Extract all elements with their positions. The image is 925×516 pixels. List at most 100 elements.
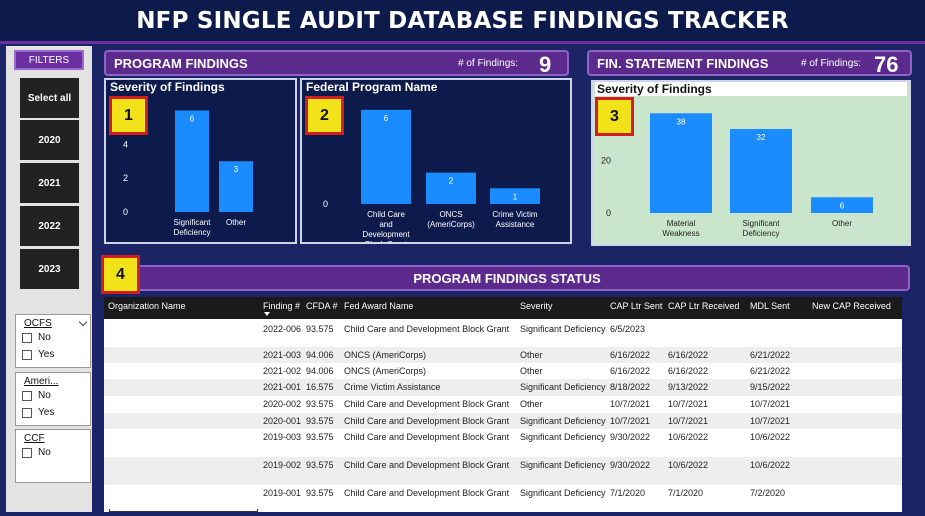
chevron-down-icon[interactable] [78, 317, 88, 327]
y-tick-label: 0 [606, 208, 611, 218]
sort-desc-icon[interactable] [264, 312, 270, 316]
table-cell: 2021-001 [263, 382, 302, 392]
americorps-slicer[interactable]: Ameri... No Yes [15, 372, 91, 426]
checkbox[interactable] [22, 349, 32, 360]
slicer-option-yes[interactable]: Yes [16, 404, 90, 421]
category-label: Crime Victim Assistance [492, 210, 538, 229]
table-cell: 93.575 [306, 460, 334, 470]
y-tick-label: 2 [123, 173, 128, 183]
data-label: 6 [384, 114, 389, 123]
table-cell: 9/30/2022 [610, 432, 651, 442]
table-cell: 10/7/2021 [750, 399, 791, 409]
section-title: PROGRAM FINDINGS STATUS [413, 270, 601, 286]
table-row[interactable]: 2019-001 93.575 Child Care and Development… [104, 485, 902, 509]
table-cell: 7/1/2020 [610, 488, 646, 498]
column-header[interactable]: CAP Ltr Sent [610, 301, 662, 311]
table-cell: 2019-003 [263, 432, 302, 442]
y-tick-label: 0 [123, 207, 128, 217]
slicer-option-no[interactable]: No [16, 387, 90, 404]
fin-statement-findings-header: FIN. STATEMENT FINDINGS # of Findings: 7… [587, 50, 912, 77]
slicer-option-no[interactable]: No [16, 329, 90, 346]
table-cell: 93.575 [306, 488, 334, 498]
ccf-slicer[interactable]: CCF No [15, 429, 91, 483]
category-label: Significant Deficiency [743, 219, 781, 238]
program-findings-header: PROGRAM FINDINGS # of Findings: 9 [104, 50, 569, 77]
select-all-button[interactable]: Select all [20, 78, 79, 118]
slicer-option-yes[interactable]: Yes [16, 346, 90, 363]
column-header[interactable]: Fed Award Name [344, 301, 413, 311]
table-cell: 6/21/2022 [750, 350, 791, 360]
column-header[interactable]: CFDA # [306, 301, 338, 311]
table-cell: 93.575 [306, 399, 334, 409]
findings-count: 76 [874, 52, 899, 77]
table-row[interactable]: 2022-006 93.575 Child Care and Development… [104, 321, 902, 347]
checkbox[interactable] [22, 332, 32, 343]
table-cell: Significant Deficiency [520, 460, 606, 470]
data-label: 38 [677, 117, 686, 126]
table-cell: 6/21/2022 [750, 366, 791, 376]
column-header[interactable]: CAP Ltr Received [668, 301, 739, 311]
table-cell: 2021-003 [263, 350, 302, 360]
table-cell: 10/7/2021 [750, 416, 791, 426]
y-tick-label: 0 [323, 199, 328, 209]
slicer-option-no[interactable]: No [16, 444, 90, 461]
data-label: 32 [757, 133, 766, 142]
table-cell: 10/7/2021 [668, 399, 709, 409]
table-cell: 7/2/2020 [750, 488, 786, 498]
findings-count-label: # of Findings: [801, 58, 862, 69]
table-cell: Child Care and Development Block Grant [344, 399, 510, 409]
table-row[interactable]: 2021-001 16.575 Crime Victim Assistance Sig… [104, 379, 902, 396]
column-header[interactable]: Finding # [263, 301, 300, 311]
ocfs-slicer[interactable]: OCFS No Yes [15, 314, 91, 368]
option-label: No [38, 332, 51, 343]
column-header[interactable]: New CAP Received [812, 301, 891, 311]
table-cell: Child Care and Development Block Grant [344, 488, 510, 498]
table-cell: 10/7/2021 [668, 416, 709, 426]
findings-count: 9 [539, 52, 552, 77]
year-2022-button[interactable]: 2022 [20, 206, 79, 246]
table-row[interactable]: 2021-002 94.006 ONCS (AmeriCorps) Other 6/16… [104, 363, 902, 379]
table-cell: 9/30/2022 [610, 460, 651, 470]
table-cell: 10/6/2022 [750, 432, 791, 442]
checkbox[interactable] [22, 447, 32, 458]
data-label: 6 [840, 201, 845, 210]
table-cell: 2022-006 [263, 324, 302, 334]
slicer-label: OCFS [24, 318, 52, 329]
table-cell: 9/15/2022 [750, 382, 791, 392]
year-2021-button[interactable]: 2021 [20, 163, 79, 203]
dashboard-title: NFP SINGLE AUDIT DATABASE FINDINGS TRACK… [0, 0, 925, 44]
category-label: Other [226, 218, 246, 227]
filters-button[interactable]: FILTERS [14, 50, 84, 70]
table-cell: 93.575 [306, 432, 334, 442]
year-2020-button[interactable]: 2020 [20, 120, 79, 160]
chart-title: Severity of Findings [110, 80, 225, 94]
table-row[interactable]: 2021-003 94.006 ONCS (AmeriCorps) Other 6/16… [104, 347, 902, 363]
checkbox[interactable] [22, 390, 32, 401]
bar [361, 109, 411, 204]
table-cell: ONCS (AmeriCorps) [344, 366, 427, 376]
column-header[interactable]: Organization Name [108, 301, 186, 311]
table-cell: 10/6/2022 [750, 460, 791, 470]
table-row[interactable]: 2020-001 93.575 Child Care and Development… [104, 413, 902, 429]
table-cell: 93.575 [306, 416, 334, 426]
option-label: Yes [38, 349, 55, 360]
table-row[interactable]: 2020-002 93.575 Child Care and Development… [104, 396, 902, 413]
category-label: Other [832, 219, 852, 228]
table-row[interactable]: 2019-002 93.575 Child Care and Development… [104, 457, 902, 485]
column-header[interactable]: Severity [520, 301, 553, 311]
year-2023-button[interactable]: 2023 [20, 249, 79, 289]
annotation-badge-2: 2 [305, 96, 344, 135]
findings-count-label: # of Findings: [458, 58, 519, 69]
table-row[interactable]: 2019-003 93.575 Child Care and Development… [104, 429, 902, 457]
category-label: Child CareandDevelopmentBlock Grant [362, 210, 410, 242]
table-cell: Child Care and Development Block Grant [344, 432, 510, 442]
table-cell: 9/13/2022 [668, 382, 709, 392]
chart-title: Severity of Findings [595, 82, 907, 96]
category-label: Material Weakness [662, 219, 699, 238]
y-tick-label: 20 [601, 156, 611, 166]
filters-sidebar: FILTERS Select all 2020 2021 2022 2023 O… [6, 46, 92, 512]
column-header[interactable]: MDL Sent [750, 301, 790, 311]
checkbox[interactable] [22, 407, 32, 418]
table-cell: Significant Deficiency [520, 382, 606, 392]
table-cell: 10/6/2022 [668, 460, 709, 470]
